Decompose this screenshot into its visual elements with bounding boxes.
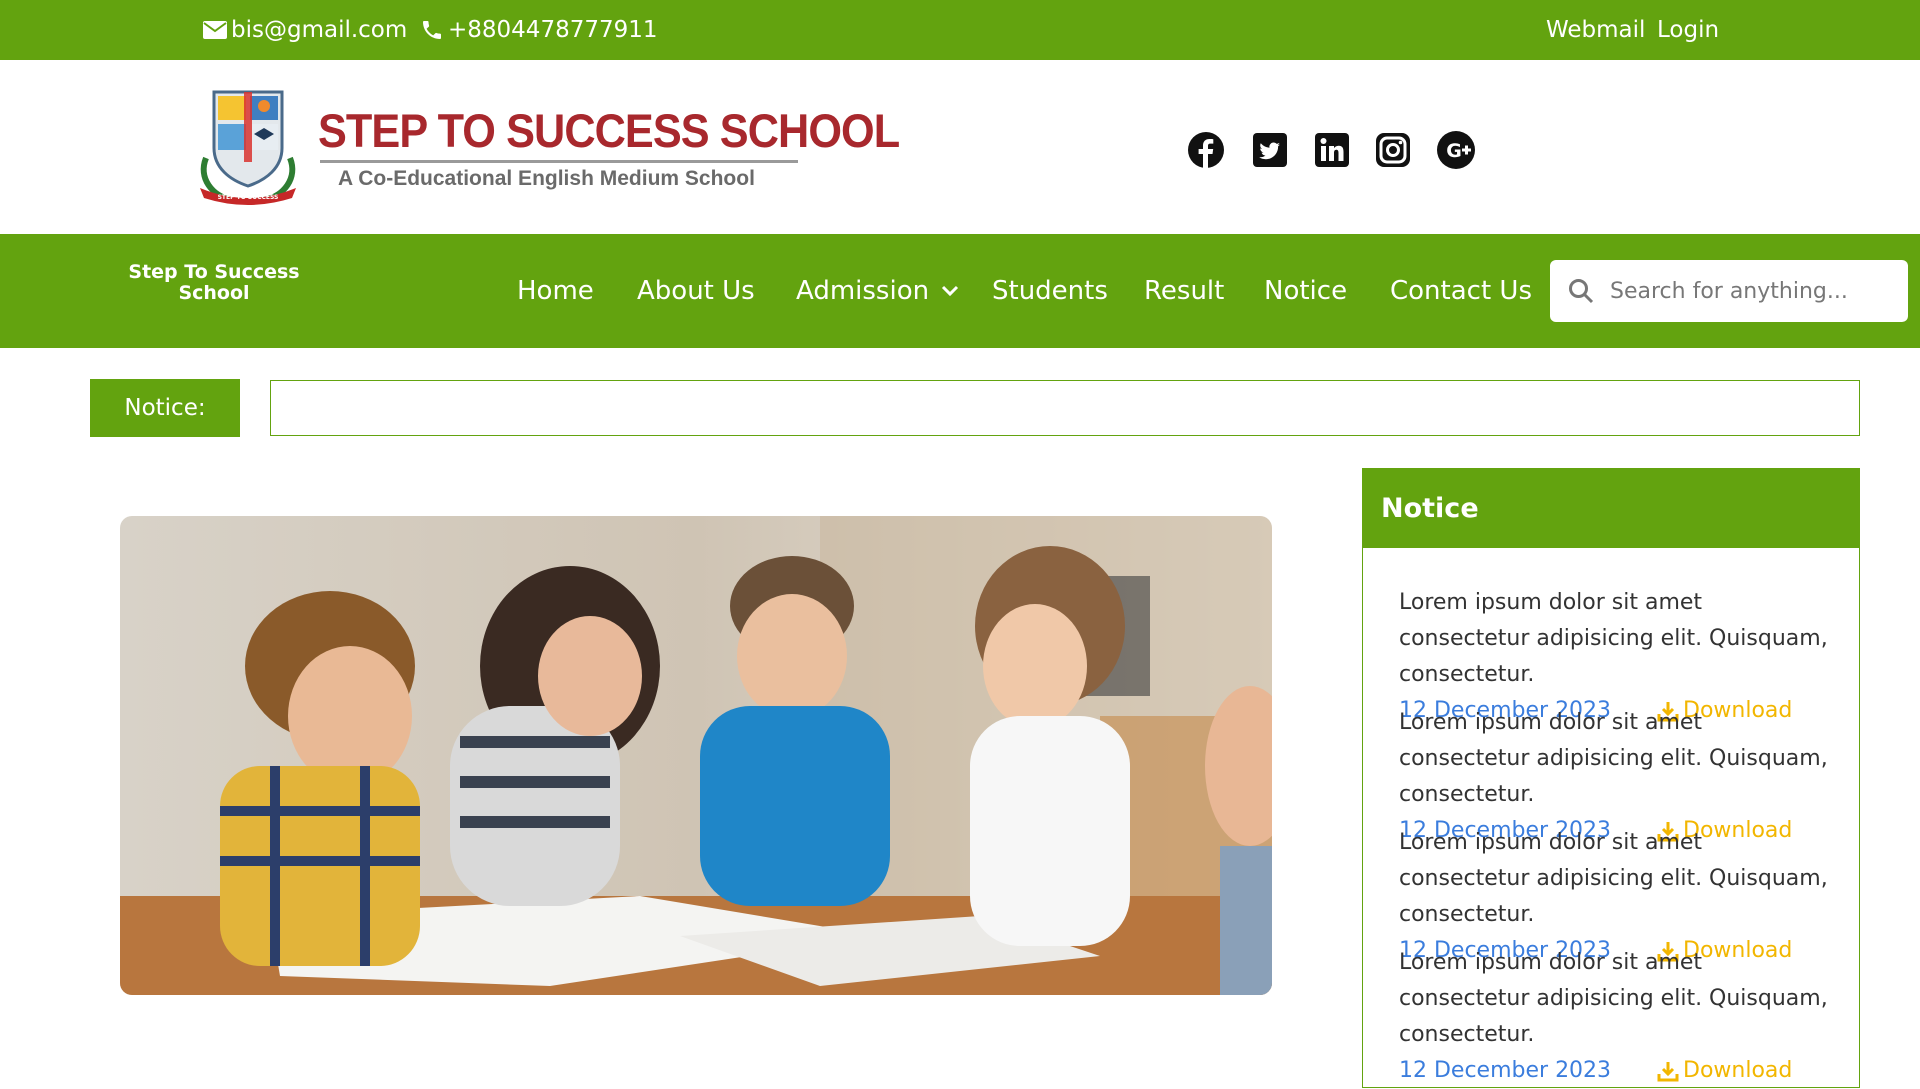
brand-line-1: Step To Success [128,261,300,283]
notice-item-text: Lorem ipsum dolor sit amet consectetur a… [1399,830,1828,927]
notice-item-text: Lorem ipsum dolor sit amet consectetur a… [1399,590,1828,687]
site-header: STEP TO SUCCESS STEP TO SUCCESS SCHOOL A… [0,60,1920,234]
search-input[interactable] [1610,270,1896,312]
logo-title: STEP TO SUCCESS SCHOOL [318,104,900,157]
instagram-icon[interactable] [1373,130,1413,170]
linkedin-icon[interactable] [1312,130,1352,170]
nav-notice[interactable]: Notice [1264,234,1347,348]
phone-contact[interactable]: +8804478777911 [420,0,658,60]
phone-text: +8804478777911 [448,17,658,43]
main-navbar: Step To Success School Home About Us Adm… [0,234,1920,348]
svg-text:G: G [1446,140,1462,162]
nav-admission-label: Admission [796,276,930,306]
search-icon [1569,279,1594,304]
classroom-photo [120,516,1272,995]
nav-about-us[interactable]: About Us [637,234,755,348]
nav-home[interactable]: Home [517,234,594,348]
notice-panel: Notice Lorem ipsum dolor sit amet consec… [1362,468,1860,1088]
facebook-icon[interactable] [1186,130,1226,170]
ticker-marquee [270,380,1860,436]
envelope-icon [203,21,227,39]
download-label: Download [1683,1058,1793,1083]
phone-icon [423,21,441,39]
notice-item-text: Lorem ipsum dolor sit amet consectetur a… [1399,710,1828,807]
logo-tagline: A Co-Educational English Medium School [338,167,755,190]
search-box[interactable] [1550,260,1908,322]
email-text: bis@gmail.com [231,17,408,43]
nav-students[interactable]: Students [992,234,1108,348]
brand-line-2: School [178,282,250,304]
hero-image [120,516,1272,995]
chevron-down-icon [942,285,959,297]
notice-item-text: Lorem ipsum dolor sit amet consectetur a… [1399,950,1828,1047]
notice-panel-title: Notice [1363,469,1859,548]
notice-item-date: 12 December 2023 [1399,1058,1612,1083]
svg-text:STEP TO SUCCESS: STEP TO SUCCESS [218,194,279,201]
login-link[interactable]: Login [1657,0,1719,60]
notice-item: Lorem ipsum dolor sit amet consectetur a… [1399,945,1839,1089]
nav-admission[interactable]: Admission [796,234,959,348]
nav-contact-us[interactable]: Contact Us [1390,234,1532,348]
webmail-link[interactable]: Webmail [1546,0,1645,60]
nav-result[interactable]: Result [1144,234,1224,348]
email-contact[interactable]: bis@gmail.com [203,0,407,60]
logo-divider [320,160,798,163]
school-crest-logo[interactable]: STEP TO SUCCESS [192,88,304,206]
top-bar: bis@gmail.com +8804478777911 Webmail Log… [0,0,1920,60]
ticker-label: Notice: [90,379,240,437]
navbar-brand[interactable]: Step To Success School [122,262,306,304]
google-plus-icon[interactable]: G [1436,130,1476,170]
download-link[interactable]: Download [1657,1053,1792,1089]
twitter-icon[interactable] [1250,130,1290,170]
download-icon [1657,1062,1679,1082]
